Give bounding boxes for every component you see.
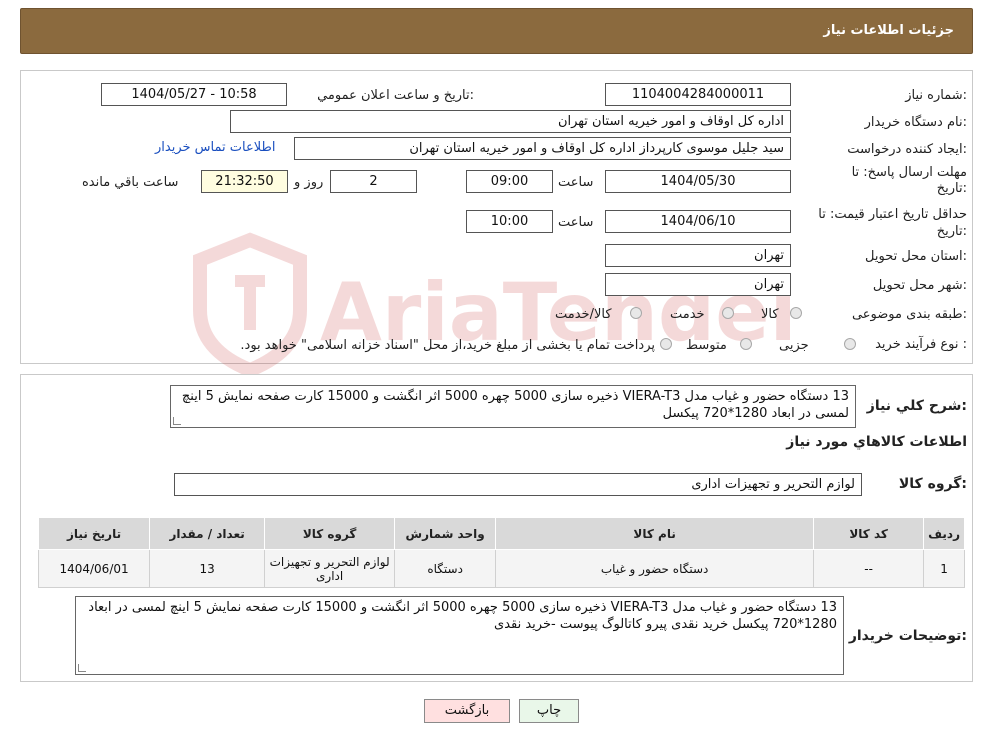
remaining-time-field[interactable]: 21:32:50: [201, 170, 288, 193]
deadline-date-field[interactable]: 1404/05/30: [605, 170, 791, 193]
summary-textarea[interactable]: 13 دستگاه حضور و غیاب مدل VIERA-T3 ذخیره…: [170, 385, 856, 428]
table-header-row: رديف کد کالا نام کالا واحد شمارش گروه کا…: [37, 517, 965, 550]
process-option-medium: متوسط: [686, 338, 727, 353]
announce-datetime-field[interactable]: 1404/05/27 - 10:58: [101, 83, 287, 106]
city-label: شهر محل تحویل:: [872, 278, 967, 293]
creator-field[interactable]: سید جلیل موسوی کارپرداز اداره کل اوقاف و…: [294, 137, 791, 160]
category-option-goods-service: کالا/خدمت: [555, 307, 612, 322]
buyer-notes-textarea[interactable]: 13 دستگاه حضور و غیاب مدل VIERA-T3 ذخیره…: [75, 596, 844, 675]
days-label: روز و: [294, 175, 324, 190]
cell-unit: دستگاه: [394, 549, 497, 588]
col-group: گروه کالا: [264, 517, 396, 550]
validity-label: حداقل تاریخ اعتبار قیمت: تا: [818, 207, 967, 222]
goods-info-title: اطلاعات کالاهاي مورد نياز: [786, 434, 967, 450]
deadline-label: مهلت ارسال پاسخ: تا: [851, 165, 967, 180]
process-radio-minor[interactable]: [844, 338, 856, 350]
table-row[interactable]: 1 -- دستگاه حضور و غیاب دستگاه لوازم الت…: [37, 549, 965, 588]
col-quantity: تعداد / مقدار: [149, 517, 266, 550]
validity-label-date: تاریخ:: [936, 224, 967, 239]
remaining-days-field[interactable]: 2: [330, 170, 417, 193]
cell-code: --: [813, 549, 925, 588]
validity-date-field[interactable]: 1404/06/10: [605, 210, 791, 233]
category-label: طبقه بندی موضوعی:: [851, 307, 967, 322]
print-button[interactable]: چاپ: [519, 699, 579, 723]
process-label: نوع فرآیند خرید :: [875, 337, 967, 352]
announce-label: تاریخ و ساعت اعلان عمومي:: [317, 88, 474, 103]
summary-text: 13 دستگاه حضور و غیاب مدل VIERA-T3 ذخیره…: [181, 389, 849, 421]
validity-time-field[interactable]: 10:00: [466, 210, 553, 233]
col-unit: واحد شمارش: [394, 517, 497, 550]
back-button[interactable]: بازگشت: [424, 699, 510, 723]
goods-group-label: گروه کالا:: [898, 476, 967, 492]
deadline-time-field[interactable]: 09:00: [466, 170, 553, 193]
summary-label: شرح کلي نياز:: [866, 398, 967, 414]
process-option-minor: جزیی: [779, 338, 809, 353]
buyer-notes-text: 13 دستگاه حضور و غیاب مدل VIERA-T3 ذخیره…: [88, 600, 837, 632]
buyer-org-label: نام دستگاه خريدار:: [864, 115, 967, 130]
validity-time-label: ساعت: [558, 215, 594, 230]
col-code: کد کالا: [813, 517, 925, 550]
page-title: جزئیات اطلاعات نیاز: [823, 23, 954, 38]
process-radio-medium[interactable]: [740, 338, 752, 350]
deadline-label-date: تاریخ:: [936, 181, 967, 196]
province-field[interactable]: تهران: [605, 244, 791, 267]
col-date: تاريخ نياز: [37, 517, 151, 550]
category-option-goods: کالا: [761, 307, 779, 322]
category-radio-goods-service[interactable]: [630, 307, 642, 319]
cell-name: دستگاه حضور و غیاب: [495, 549, 815, 588]
deadline-time-label: ساعت: [558, 175, 594, 190]
goods-table: رديف کد کالا نام کالا واحد شمارش گروه کا…: [37, 517, 965, 588]
buyer-org-field[interactable]: اداره کل اوقاف و امور خیریه استان تهران: [230, 110, 791, 133]
city-field[interactable]: تهران: [605, 273, 791, 296]
process-radio-treasury[interactable]: [660, 338, 672, 350]
buyer-contact-link[interactable]: اطلاعات تماس خريدار: [155, 140, 275, 155]
resize-handle-icon[interactable]: [173, 417, 181, 425]
page-header: جزئیات اطلاعات نیاز: [20, 8, 973, 54]
col-row: رديف: [923, 517, 965, 550]
cell-quantity: 13: [149, 549, 266, 588]
category-radio-goods[interactable]: [790, 307, 802, 319]
remaining-label: ساعت باقي مانده: [82, 175, 179, 190]
process-note: پرداخت تمام یا بخشی از مبلغ خرید،از محل …: [240, 338, 655, 353]
col-name: نام کالا: [495, 517, 815, 550]
cell-date: 1404/06/01: [37, 549, 151, 588]
buyer-notes-label: توضيحات خريدار:: [848, 628, 967, 644]
need-number-label: شماره نیاز:: [905, 88, 967, 103]
category-option-service: خدمت: [670, 307, 705, 322]
need-number-field[interactable]: 1104004284000011: [605, 83, 791, 106]
notes-resize-handle-icon[interactable]: [78, 664, 86, 672]
province-label: استان محل تحویل:: [865, 249, 967, 264]
creator-label: ایجاد کننده درخواست:: [847, 142, 967, 157]
cell-group: لوازم التحریر و تجهیزات اداری: [264, 549, 396, 588]
cell-row: 1: [923, 549, 965, 588]
category-radio-service[interactable]: [722, 307, 734, 319]
goods-group-field[interactable]: لوازم التحریر و تجهیزات اداری: [174, 473, 862, 496]
